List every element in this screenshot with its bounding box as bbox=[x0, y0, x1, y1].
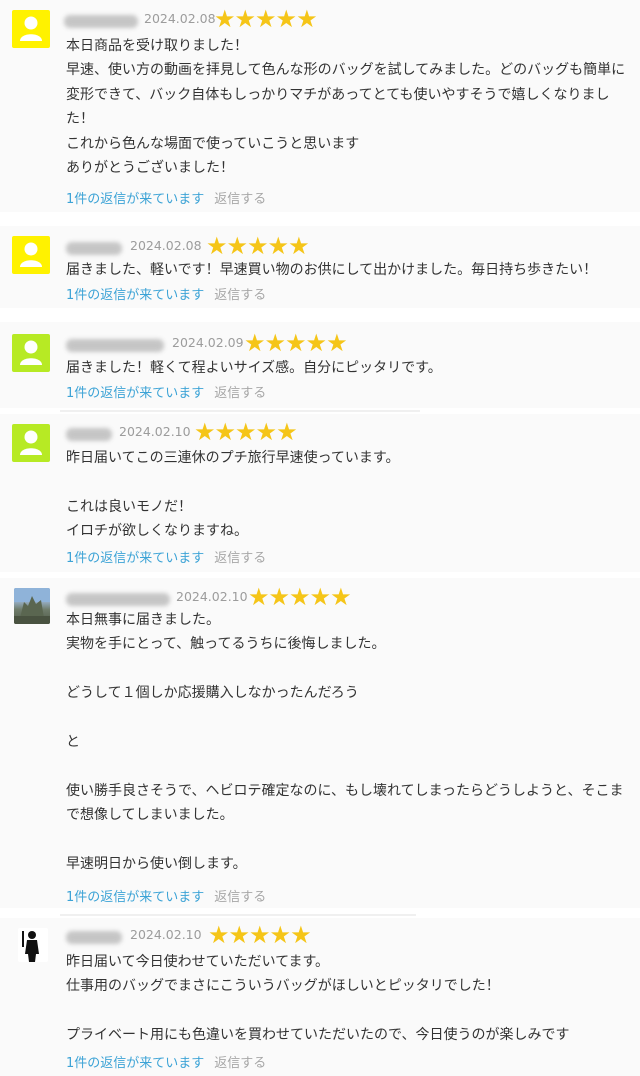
review-line: 早速明日から使い倒します。 bbox=[66, 856, 247, 872]
review-meta: 2024.02.10 ★★★★★ bbox=[66, 418, 466, 446]
review-line: どうして１個しか応援購入しなかったんだろう bbox=[66, 685, 359, 702]
divider bbox=[60, 914, 416, 916]
review-line bbox=[66, 754, 628, 778]
reply-button[interactable]: 返信する bbox=[214, 386, 266, 401]
user-name[interactable] bbox=[66, 428, 112, 441]
review-date: 2024.02.09 bbox=[172, 335, 244, 350]
review-text: 本日商品を受け取りました！ 早速、使い方の動画を拝見して色んな形のバッグを試して… bbox=[66, 34, 628, 180]
review-actions: 1件の返信が来ています 返信する bbox=[66, 547, 266, 566]
user-name[interactable] bbox=[66, 931, 122, 944]
review-actions: 1件の返信が来ています 返信する bbox=[66, 886, 266, 905]
user-avatar[interactable] bbox=[12, 424, 50, 462]
review-card: 2024.02.10 ★★★★★ 本日無事に届きました。 実物を手にとって、触っ… bbox=[0, 578, 640, 908]
review-date: 2024.02.10 bbox=[176, 589, 248, 604]
review-line: 届きました！軽くて程よいサイズ感。自分にピッタリです。 bbox=[66, 360, 442, 376]
review-card: 2024.02.10 ★★★★★ 昨日届いて今日使わせていただいてます。 仕事用… bbox=[0, 918, 640, 1076]
review-line: イロチが欲しくなりますね。 bbox=[66, 523, 248, 540]
review-card: 2024.02.08 ★★★★★ 本日商品を受け取りました！ 早速、使い方の動画… bbox=[0, 0, 640, 212]
review-card: 2024.02.08 ★★★★★ 届きました、軽いです！早速買い物のお供にして出… bbox=[0, 226, 640, 308]
reply-button[interactable]: 返信する bbox=[214, 192, 266, 207]
user-silhouette-icon bbox=[20, 430, 42, 455]
reply-button[interactable]: 返信する bbox=[214, 890, 266, 905]
star-rating: ★★★★★ bbox=[208, 921, 312, 949]
user-name[interactable] bbox=[64, 15, 138, 28]
replies-link[interactable]: 1件の返信が来ています bbox=[66, 890, 204, 905]
review-text: 届きました！軽くて程よいサイズ感。自分にピッタリです。 bbox=[66, 356, 628, 380]
star-rating: ★★★★★ bbox=[244, 329, 348, 357]
review-line: 昨日届いて今日使わせていただいてます。 bbox=[66, 954, 330, 970]
review-date: 2024.02.10 bbox=[130, 927, 202, 942]
review-line: 実物を手にとって、触ってるうちに後悔しました。 bbox=[66, 636, 386, 653]
review-line: と bbox=[66, 734, 80, 750]
review-actions: 1件の返信が来ています 返信する bbox=[66, 188, 266, 207]
divider bbox=[60, 410, 420, 412]
reply-button[interactable]: 返信する bbox=[214, 551, 266, 566]
replies-link[interactable]: 1件の返信が来ています bbox=[66, 1056, 204, 1071]
review-line: 本日無事に届きました。 bbox=[66, 612, 220, 628]
review-text: 本日無事に届きました。 実物を手にとって、触ってるうちに後悔しました。 どうして… bbox=[66, 608, 628, 876]
star-rating: ★★★★★ bbox=[248, 583, 352, 611]
review-line bbox=[66, 828, 628, 852]
review-meta: 2024.02.10 ★★★★★ bbox=[66, 921, 466, 949]
review-date: 2024.02.08 bbox=[144, 11, 216, 26]
review-date: 2024.02.10 bbox=[119, 424, 191, 439]
user-silhouette-icon bbox=[20, 242, 42, 267]
review-meta: 2024.02.09 ★★★★★ bbox=[66, 329, 466, 357]
replies-link[interactable]: 1件の返信が来ています bbox=[66, 288, 204, 303]
photo-avatar-icon bbox=[14, 588, 50, 624]
review-line: 早速、使い方の動画を拝見して色んな形のバッグを試してみました。どのバッグも簡単に… bbox=[66, 62, 626, 128]
person-silhouette-icon bbox=[22, 931, 39, 962]
user-avatar[interactable] bbox=[12, 10, 50, 48]
review-line bbox=[66, 706, 628, 730]
review-line bbox=[66, 470, 628, 494]
review-line: ありがとうございました！ bbox=[66, 160, 234, 177]
review-meta: 2024.02.10 ★★★★★ bbox=[66, 583, 466, 611]
star-rating: ★★★★★ bbox=[206, 232, 310, 260]
review-line: 届きました、軽いです！早速買い物のお供にして出かけました。毎日持ち歩きたい！ bbox=[66, 262, 598, 278]
reply-button[interactable]: 返信する bbox=[214, 1056, 266, 1071]
star-rating: ★★★★★ bbox=[214, 5, 318, 33]
review-text: 昨日届いて今日使わせていただいてます。 仕事用のバッグでまさにこういうバッグがほ… bbox=[66, 950, 628, 1048]
user-name[interactable] bbox=[66, 242, 122, 255]
review-line bbox=[66, 999, 628, 1023]
user-avatar[interactable] bbox=[12, 236, 50, 274]
review-actions: 1件の返信が来ています 返信する bbox=[66, 284, 266, 303]
user-avatar[interactable] bbox=[14, 588, 50, 624]
review-line: これから色んな場面で使っていこうと思います bbox=[66, 135, 360, 152]
review-card: 2024.02.09 ★★★★★ 届きました！軽くて程よいサイズ感。自分にピッタ… bbox=[0, 322, 640, 408]
star-rating: ★★★★★ bbox=[194, 418, 298, 446]
review-text: 届きました、軽いです！早速買い物のお供にして出かけました。毎日持ち歩きたい！ bbox=[66, 258, 628, 282]
review-line: 仕事用のバッグでまさにこういうバッグがほしいとピッタリでした！ bbox=[66, 978, 500, 995]
user-avatar[interactable] bbox=[18, 928, 48, 962]
replies-link[interactable]: 1件の返信が来ています bbox=[66, 386, 204, 401]
review-actions: 1件の返信が来ています 返信する bbox=[66, 382, 266, 401]
user-name[interactable] bbox=[66, 339, 164, 352]
review-card: 2024.02.10 ★★★★★ 昨日届いてこの三連休のプチ旅行早速使っています… bbox=[0, 414, 640, 572]
user-avatar[interactable] bbox=[12, 334, 50, 372]
review-line bbox=[66, 657, 628, 681]
replies-link[interactable]: 1件の返信が来ています bbox=[66, 192, 204, 207]
user-name[interactable] bbox=[66, 593, 170, 606]
review-line: 昨日届いてこの三連休のプチ旅行早速使っています。 bbox=[66, 450, 400, 466]
review-line: これは良いモノだ！ bbox=[66, 498, 192, 515]
review-meta: 2024.02.08 ★★★★★ bbox=[64, 5, 464, 33]
review-text: 昨日届いてこの三連休のプチ旅行早速使っています。 これは良いモノだ！ イロチが欲… bbox=[66, 446, 628, 544]
replies-link[interactable]: 1件の返信が来ています bbox=[66, 551, 204, 566]
review-line: 本日商品を受け取りました！ bbox=[66, 38, 248, 54]
review-line: 使い勝手良さそうで、ヘビロテ確定なのに、もし壊れてしまったらどうしようと、そこま… bbox=[66, 782, 624, 824]
review-meta: 2024.02.08 ★★★★★ bbox=[66, 232, 466, 260]
review-line: プライベート用にも色違いを買わせていただいたので、今日使うのが楽しみです bbox=[66, 1027, 570, 1044]
review-actions: 1件の返信が来ています 返信する bbox=[66, 1052, 266, 1071]
user-silhouette-icon bbox=[20, 16, 42, 41]
user-silhouette-icon bbox=[20, 340, 42, 365]
reply-button[interactable]: 返信する bbox=[214, 288, 266, 303]
review-date: 2024.02.08 bbox=[130, 238, 202, 253]
